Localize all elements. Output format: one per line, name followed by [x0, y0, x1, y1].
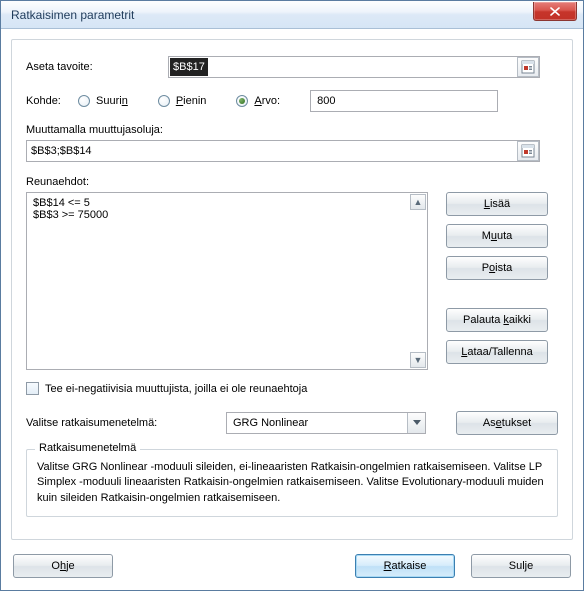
radio-value-label: Arvo:: [254, 95, 280, 107]
close-window-button[interactable]: [533, 2, 577, 21]
change-cells-range-picker[interactable]: [517, 141, 539, 161]
radio-max-label: Suurin: [96, 95, 128, 107]
checkbox-icon: [26, 382, 39, 395]
delete-button[interactable]: Poista: [446, 256, 548, 280]
radio-value[interactable]: Arvo:: [236, 95, 280, 107]
radio-icon: [158, 95, 170, 107]
radio-icon: [78, 95, 90, 107]
dialog-content: Aseta tavoite: $B$17 Kohde: Suurin Pieni…: [11, 39, 573, 540]
target-label: Kohde:: [26, 95, 78, 107]
radio-max[interactable]: Suurin: [78, 95, 128, 107]
dialog-window: Ratkaisimen parametrit Aseta tavoite: $B…: [0, 0, 584, 591]
nonnegative-checkbox-row[interactable]: Tee ei-negatiivisia muuttujista, joilla …: [26, 382, 558, 395]
nonnegative-label: Tee ei-negatiivisia muuttujista, joilla …: [45, 383, 307, 395]
add-button[interactable]: Lisää: [446, 192, 548, 216]
window-title: Ratkaisimen parametrit: [11, 8, 134, 22]
range-icon: [521, 144, 535, 158]
change-cells-input-wrap: [26, 140, 540, 162]
set-goal-row: Aseta tavoite: $B$17: [26, 56, 558, 78]
target-radio-group: Suurin Pienin Arvo:: [78, 95, 280, 107]
scroll-down-button[interactable]: ▼: [410, 352, 426, 368]
set-goal-selection: $B$17: [170, 58, 208, 76]
method-description-text: Valitse GRG Nonlinear -moduuli sileiden,…: [37, 460, 547, 506]
constraints-area: $B$14 <= 5 $B$3 >= 75000 ▲ ▼ Lisää Muuta…: [26, 192, 558, 370]
set-goal-input-wrap: $B$17: [168, 56, 540, 78]
load-save-button[interactable]: Lataa/Tallenna: [446, 340, 548, 364]
target-value-input[interactable]: [310, 90, 498, 112]
constraint-item[interactable]: $B$14 <= 5: [33, 197, 421, 209]
change-cells-input[interactable]: [26, 140, 540, 162]
help-button[interactable]: Ohje: [13, 554, 113, 578]
target-row: Kohde: Suurin Pienin Arvo:: [26, 90, 558, 112]
set-goal-label: Aseta tavoite:: [26, 61, 168, 73]
solve-button[interactable]: Ratkaise: [355, 554, 455, 578]
titlebar: Ratkaisimen parametrit: [1, 1, 583, 29]
set-goal-input[interactable]: [168, 56, 540, 78]
radio-icon: [236, 95, 248, 107]
method-select[interactable]: GRG Nonlinear: [226, 412, 426, 434]
options-button[interactable]: Asetukset: [456, 411, 558, 435]
method-row: Valitse ratkaisumenetelmä: GRG Nonlinear…: [26, 411, 558, 435]
reset-button[interactable]: Palauta kaikki: [446, 308, 548, 332]
footer-right-group: Ratkaise Sulje: [355, 554, 571, 578]
radio-min[interactable]: Pienin: [158, 95, 207, 107]
constraints-label: Reunaehdot:: [26, 176, 558, 188]
method-description-legend: Ratkaisumenetelmä: [35, 442, 140, 454]
change-button[interactable]: Muuta: [446, 224, 548, 248]
close-button[interactable]: Sulje: [471, 554, 571, 578]
constraint-item[interactable]: $B$3 >= 75000: [33, 209, 421, 221]
radio-min-label: Pienin: [176, 95, 207, 107]
close-icon: [550, 7, 560, 16]
method-description-group: Ratkaisumenetelmä Valitse GRG Nonlinear …: [26, 449, 558, 517]
dialog-footer: Ohje Ratkaise Sulje: [13, 554, 571, 578]
method-label: Valitse ratkaisumenetelmä:: [26, 417, 196, 429]
set-goal-range-picker[interactable]: [517, 57, 539, 77]
constraints-list[interactable]: $B$14 <= 5 $B$3 >= 75000 ▲ ▼: [26, 192, 428, 370]
change-cells-label: Muuttamalla muuttujasoluja:: [26, 124, 558, 136]
chevron-down-icon: [407, 413, 425, 433]
range-icon: [521, 60, 535, 74]
method-select-value: GRG Nonlinear: [226, 412, 426, 434]
constraints-buttons: Lisää Muuta Poista Palauta kaikki Lataa/…: [446, 192, 548, 370]
scroll-up-button[interactable]: ▲: [410, 194, 426, 210]
